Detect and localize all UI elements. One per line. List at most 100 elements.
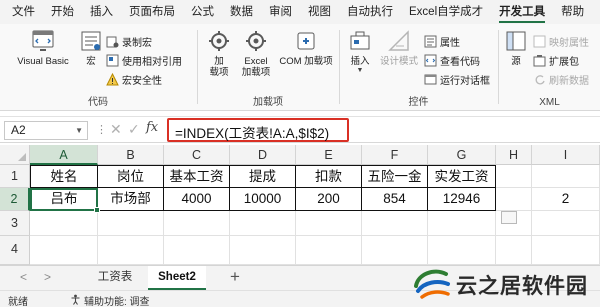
- sheet-tab-sheet2[interactable]: Sheet2: [148, 266, 206, 290]
- cell-g2[interactable]: 12946: [428, 188, 496, 211]
- visual-basic-icon: [32, 30, 54, 51]
- macro-security-button[interactable]: 宏安全性: [106, 71, 162, 88]
- cell-d2[interactable]: 10000: [230, 188, 296, 211]
- use-relative-references-button[interactable]: 使用相对引用: [106, 52, 182, 69]
- sheet-tab-salary[interactable]: 工资表: [82, 266, 148, 290]
- tab-excel-self-study[interactable]: Excel自学成才: [401, 0, 491, 24]
- refresh-data-button[interactable]: 刷新数据: [533, 71, 589, 88]
- cell-f4[interactable]: [362, 236, 428, 265]
- insert-control-button[interactable]: 插入 ▼: [346, 28, 374, 74]
- tab-formulas[interactable]: 公式: [183, 0, 222, 24]
- column-header-d[interactable]: D: [230, 145, 296, 165]
- column-header-b[interactable]: B: [98, 145, 164, 165]
- view-code-button[interactable]: 查看代码: [424, 52, 480, 69]
- tab-developer[interactable]: 开发工具: [491, 0, 553, 24]
- enter-icon[interactable]: ✓: [128, 121, 140, 138]
- cell-i4[interactable]: [532, 236, 600, 265]
- cell-e1[interactable]: 扣款: [296, 165, 362, 188]
- run-dialog-button[interactable]: 运行对话框: [424, 71, 490, 88]
- tab-home[interactable]: 开始: [43, 0, 82, 24]
- cell-b1[interactable]: 岗位: [98, 165, 164, 188]
- tab-review[interactable]: 审阅: [261, 0, 300, 24]
- row-header-3[interactable]: 3: [0, 211, 30, 236]
- cell-a3[interactable]: [30, 211, 98, 236]
- row-header-1[interactable]: 1: [0, 165, 30, 188]
- column-header-f[interactable]: F: [362, 145, 428, 165]
- tab-view[interactable]: 视图: [300, 0, 339, 24]
- macros-icon: [81, 31, 101, 51]
- column-header-c[interactable]: C: [164, 145, 230, 165]
- cell-e2[interactable]: 200: [296, 188, 362, 211]
- cell-a1[interactable]: 姓名: [30, 165, 98, 188]
- cell-e4[interactable]: [296, 236, 362, 265]
- cell-h4[interactable]: [496, 236, 532, 265]
- cell-i3[interactable]: [532, 211, 600, 236]
- cell-h1[interactable]: [496, 165, 532, 188]
- cancel-icon[interactable]: ✕: [110, 121, 122, 138]
- com-addins-button[interactable]: COM 加载项: [276, 28, 336, 67]
- row-header-4[interactable]: 4: [0, 236, 30, 265]
- cell-g3[interactable]: [428, 211, 496, 236]
- visual-basic-label: Visual Basic: [17, 56, 69, 67]
- cell-b3[interactable]: [98, 211, 164, 236]
- cell-a4[interactable]: [30, 236, 98, 265]
- map-properties-button[interactable]: 映射属性: [533, 33, 589, 50]
- more-options-icon[interactable]: ⋮: [96, 123, 108, 136]
- cell-c2[interactable]: 4000: [164, 188, 230, 211]
- select-all-button[interactable]: [0, 145, 30, 165]
- cell-i1[interactable]: [532, 165, 600, 188]
- column-header-a[interactable]: A: [30, 145, 98, 165]
- tab-data[interactable]: 数据: [222, 0, 261, 24]
- accessibility-status[interactable]: 辅助功能: 调查: [84, 293, 150, 307]
- macros-button[interactable]: 宏: [78, 28, 104, 67]
- column-header-e[interactable]: E: [296, 145, 362, 165]
- tab-file[interactable]: 文件: [4, 0, 43, 24]
- cell-f1[interactable]: 五险一金: [362, 165, 428, 188]
- scroll-right-icon[interactable]: >: [44, 270, 51, 284]
- visual-basic-button[interactable]: Visual Basic: [14, 28, 72, 67]
- scroll-left-icon[interactable]: <: [20, 270, 27, 284]
- expansion-packs-button[interactable]: 扩展包: [533, 52, 579, 69]
- cell-c1[interactable]: 基本工资: [164, 165, 230, 188]
- cell-h2[interactable]: [496, 188, 532, 211]
- cell-g1[interactable]: 实发工资: [428, 165, 496, 188]
- row-header-2[interactable]: 2: [0, 188, 30, 211]
- addins-label-line1: 加: [214, 56, 224, 67]
- column-header-i[interactable]: I: [532, 145, 600, 165]
- xml-source-button[interactable]: 源: [505, 28, 527, 67]
- cell-f2[interactable]: 854: [362, 188, 428, 211]
- cell-c4[interactable]: [164, 236, 230, 265]
- addins-button[interactable]: 加 载项: [204, 28, 234, 78]
- cell-i2[interactable]: 2: [532, 188, 600, 211]
- cell-b2[interactable]: 市场部: [98, 188, 164, 211]
- record-macro-button[interactable]: 录制宏: [106, 33, 152, 50]
- column-header-h[interactable]: H: [496, 145, 532, 165]
- tab-help[interactable]: 帮助: [553, 0, 592, 24]
- insert-function-icon[interactable]: fx: [146, 120, 158, 135]
- tab-page-layout[interactable]: 页面布局: [121, 0, 183, 24]
- cell-g4[interactable]: [428, 236, 496, 265]
- chevron-down-icon[interactable]: ▼: [75, 122, 83, 139]
- cell-c3[interactable]: [164, 211, 230, 236]
- excel-addins-button[interactable]: Excel 加载项: [238, 28, 274, 78]
- design-mode-button[interactable]: 设计模式: [378, 28, 420, 67]
- cell-b4[interactable]: [98, 236, 164, 265]
- cell-d3[interactable]: [230, 211, 296, 236]
- name-box[interactable]: A2 ▼: [4, 121, 88, 140]
- tab-insert[interactable]: 插入: [82, 0, 121, 24]
- xml-source-label: 源: [511, 56, 521, 67]
- fill-handle[interactable]: [94, 207, 100, 213]
- cell-a2[interactable]: 吕布: [30, 188, 98, 211]
- add-sheet-button[interactable]: +: [230, 267, 240, 287]
- group-label-controls: 控件: [408, 97, 429, 108]
- properties-button[interactable]: 属性: [424, 33, 460, 50]
- tab-automate[interactable]: 自动执行: [339, 0, 401, 24]
- cell-d4[interactable]: [230, 236, 296, 265]
- cell-e3[interactable]: [296, 211, 362, 236]
- column-header-g[interactable]: G: [428, 145, 496, 165]
- cell-d1[interactable]: 提成: [230, 165, 296, 188]
- quick-analysis-icon[interactable]: [501, 211, 517, 224]
- formula-input[interactable]: =INDEX(工资表!A:A,$I$2): [175, 122, 329, 142]
- macro-security-label: 宏安全性: [122, 76, 162, 87]
- cell-f3[interactable]: [362, 211, 428, 236]
